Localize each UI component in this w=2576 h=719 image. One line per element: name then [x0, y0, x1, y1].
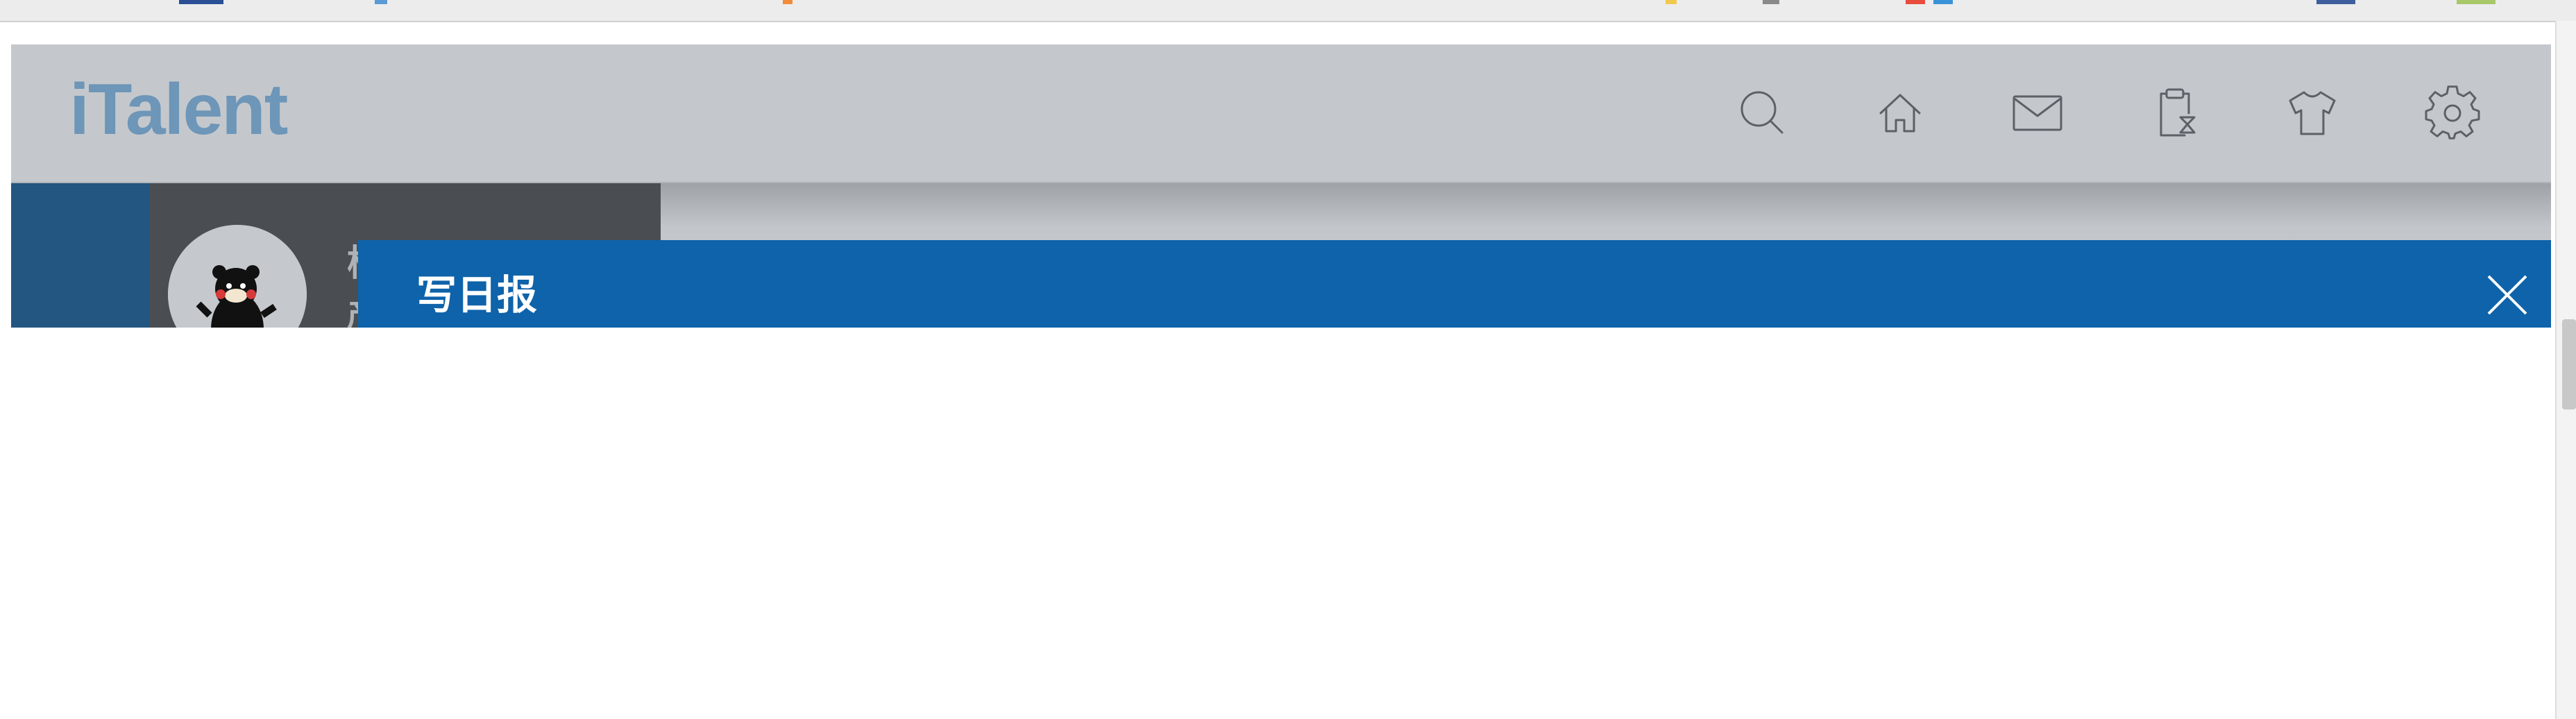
bookmark-favicon[interactable]	[179, 0, 223, 4]
bookmark-favicon[interactable]	[1666, 0, 1677, 4]
scrollbar-thumb[interactable]	[2562, 319, 2576, 409]
close-icon[interactable]	[2486, 273, 2529, 316]
browser-toolbar-strip	[0, 0, 2576, 22]
clipboard-timer-icon[interactable]	[2146, 84, 2204, 142]
left-nav-rail[interactable]	[11, 183, 150, 328]
home-icon[interactable]	[1871, 84, 1929, 142]
bookmark-favicon[interactable]	[375, 0, 387, 4]
daily-report-dialog: 写日报	[358, 240, 2551, 328]
bookmark-favicon[interactable]	[783, 0, 793, 4]
bookmark-favicon[interactable]	[1906, 0, 1925, 4]
avatar[interactable]	[168, 225, 307, 328]
page-scrollbar[interactable]	[2555, 21, 2576, 719]
bookmark-favicon[interactable]	[1933, 0, 1953, 4]
top-header: iTalent	[11, 44, 2551, 183]
bookmark-favicon[interactable]	[2316, 0, 2355, 4]
app-window: iTalent 写日报	[11, 44, 2551, 328]
app-logo[interactable]: iTalent	[69, 74, 288, 146]
shirt-icon[interactable]	[2283, 84, 2341, 142]
bookmark-favicon[interactable]	[1763, 0, 1779, 4]
gear-icon[interactable]	[2423, 84, 2482, 142]
mail-icon[interactable]	[2008, 84, 2067, 142]
bookmark-favicon[interactable]	[2457, 0, 2496, 4]
dialog-title: 写日报	[416, 271, 538, 319]
search-icon[interactable]	[1734, 84, 1792, 142]
